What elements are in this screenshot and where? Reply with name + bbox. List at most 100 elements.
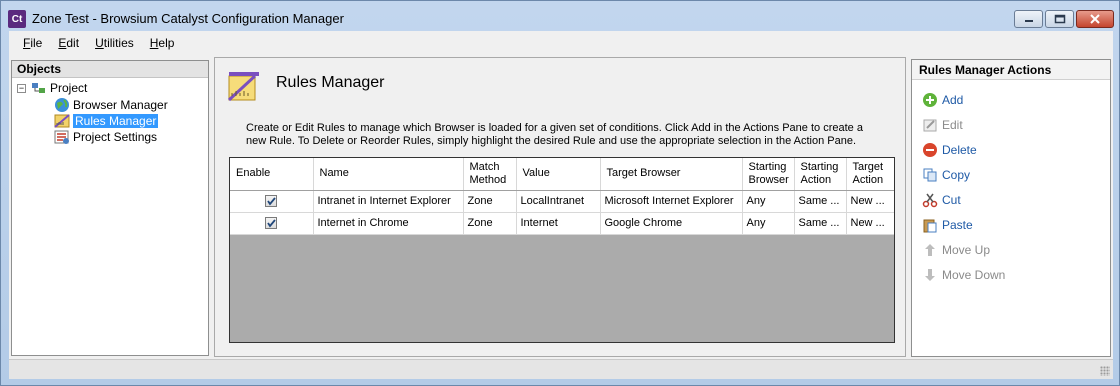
column-header-enable[interactable]: Enable [230, 158, 314, 191]
column-header-target-action[interactable]: Target Action [846, 158, 894, 191]
edit-icon [922, 117, 938, 133]
table-row[interactable]: Internet in Chrome Zone Internet Google … [230, 212, 894, 235]
target-browser-cell: Google Chrome [600, 212, 743, 235]
restore-icon [1054, 14, 1065, 24]
column-header-starting-browser[interactable]: Starting Browser [742, 158, 795, 191]
close-button[interactable] [1076, 10, 1114, 28]
rules-grid: Enable Name Match Method Value Target Br… [229, 157, 895, 343]
restore-button[interactable] [1045, 10, 1074, 28]
move-down-action-label: Move Down [942, 268, 1006, 282]
enable-cell [230, 190, 314, 213]
status-bar [9, 359, 1113, 379]
tree-label-project-settings: Project Settings [73, 130, 158, 144]
objects-pane-header: Objects [12, 61, 208, 78]
cut-action-label: Cut [942, 193, 961, 207]
project-icon [31, 80, 47, 96]
checkmark-icon [267, 219, 276, 228]
tree-item-rules-manager[interactable]: Rules Manager [54, 113, 159, 129]
tree-label-rules-manager: Rules Manager [73, 114, 159, 128]
add-action[interactable]: Add [922, 91, 963, 109]
page-title: Rules Manager [276, 74, 385, 91]
menu-utilities-label: tilities [103, 36, 134, 50]
column-header-match-method[interactable]: Match Method [463, 158, 517, 191]
column-header-starting-action[interactable]: Starting Action [794, 158, 847, 191]
menu-utilities[interactable]: Utilities [87, 36, 142, 50]
scissors-icon [922, 192, 938, 208]
close-icon [1090, 14, 1100, 24]
minimize-icon [1024, 20, 1033, 22]
edit-action-label: Edit [942, 118, 963, 132]
delete-action[interactable]: Delete [922, 141, 977, 159]
starting-action-cell: Same ... [794, 190, 847, 213]
globe-icon [54, 97, 70, 113]
paste-action-label: Paste [942, 218, 973, 232]
actions-pane-header: Rules Manager Actions [912, 60, 1110, 80]
objects-pane: Objects − Project Browser Manager Rules … [11, 60, 209, 356]
delete-action-label: Delete [942, 143, 977, 157]
copy-action-label: Copy [942, 168, 971, 182]
rules-table: Enable Name Match Method Value Target Br… [230, 158, 894, 235]
title-bar: Ct Zone Test - Browsium Catalyst Configu… [1, 1, 1119, 31]
move-up-action-label: Move Up [942, 243, 991, 257]
menu-utilities-mnemonic: U [95, 36, 104, 50]
resize-grip-icon[interactable] [1100, 366, 1110, 376]
target-browser-cell: Microsoft Internet Explorer [600, 190, 743, 213]
app-icon[interactable]: Ct [8, 10, 26, 28]
paste-action[interactable]: Paste [922, 216, 973, 234]
target-action-cell: New ... [846, 190, 894, 213]
menu-bar: File Edit Utilities Help [9, 31, 1113, 55]
app-window: Ct Zone Test - Browsium Catalyst Configu… [0, 0, 1120, 386]
column-header-target-browser[interactable]: Target Browser [600, 158, 743, 191]
starting-action-cell: Same ... [794, 212, 847, 235]
rules-manager-large-icon [227, 70, 261, 104]
menu-help-label: elp [158, 36, 175, 50]
table-row[interactable]: Intranet in Internet Explorer Zone Local… [230, 190, 894, 213]
arrow-up-icon [922, 242, 938, 258]
starting-browser-cell: Any [742, 190, 795, 213]
rules-manager-pane: Rules Manager Create or Edit Rules to ma… [214, 57, 906, 357]
paste-icon [922, 217, 938, 233]
tree-item-project-settings[interactable]: Project Settings [54, 129, 157, 145]
enable-checkbox[interactable] [265, 195, 278, 208]
enable-checkbox[interactable] [265, 217, 278, 230]
name-cell: Intranet in Internet Explorer [313, 190, 464, 213]
table-header-row: Enable Name Match Method Value Target Br… [230, 158, 894, 191]
tree-label-browser-manager: Browser Manager [73, 98, 168, 112]
enable-cell [230, 212, 314, 235]
menu-help[interactable]: Help [142, 36, 183, 50]
value-cell: Internet [516, 212, 601, 235]
menu-edit[interactable]: Edit [50, 36, 87, 50]
checkmark-icon [267, 197, 276, 206]
menu-edit-label: dit [66, 36, 80, 50]
settings-icon [54, 129, 70, 145]
tree-label-project: Project [50, 81, 88, 95]
cut-action[interactable]: Cut [922, 191, 961, 209]
value-cell: LocalIntranet [516, 190, 601, 213]
tree-item-project[interactable]: − Project [17, 80, 87, 96]
move-down-action[interactable]: Move Down [922, 266, 1005, 284]
copy-action[interactable]: Copy [922, 166, 970, 184]
tree-item-browser-manager[interactable]: Browser Manager [54, 97, 168, 113]
main-area: Objects − Project Browser Manager Rules … [9, 55, 1113, 359]
copy-icon [922, 167, 938, 183]
match-method-cell: Zone [463, 190, 517, 213]
menu-file[interactable]: File [15, 36, 50, 50]
edit-action[interactable]: Edit [922, 116, 963, 134]
match-method-cell: Zone [463, 212, 517, 235]
target-action-cell: New ... [846, 212, 894, 235]
add-icon [922, 92, 938, 108]
page-description: Create or Edit Rules to manage which Bro… [246, 122, 863, 147]
move-up-action[interactable]: Move Up [922, 241, 990, 259]
add-action-label: Add [942, 93, 964, 107]
window-title: Zone Test - Browsium Catalyst Configurat… [32, 11, 344, 26]
minimize-button[interactable] [1014, 10, 1043, 28]
actions-pane: Rules Manager Actions Add Edit Delete Co… [911, 59, 1111, 357]
ruler-icon [54, 113, 70, 129]
delete-icon [922, 142, 938, 158]
menu-file-label: ile [30, 36, 43, 50]
column-header-value[interactable]: Value [516, 158, 601, 191]
column-header-name[interactable]: Name [313, 158, 464, 191]
starting-browser-cell: Any [742, 212, 795, 235]
name-cell: Internet in Chrome [313, 212, 464, 235]
tree-expander-icon[interactable]: − [17, 83, 26, 93]
